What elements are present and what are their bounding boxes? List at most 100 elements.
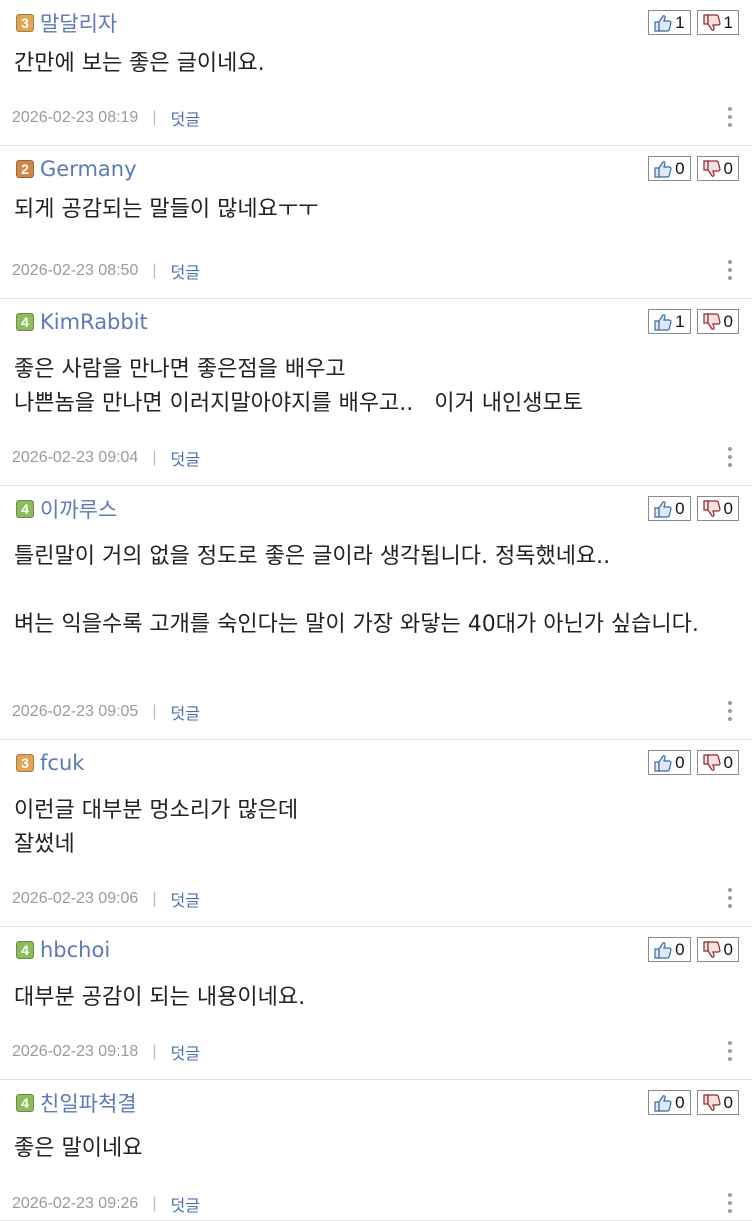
- thumbs-up-icon: [653, 160, 673, 178]
- vote-buttons: 00: [648, 937, 739, 962]
- divider: |: [152, 109, 157, 126]
- comment-header: 2 Germany: [16, 156, 137, 182]
- vote-buttons: 00: [648, 496, 739, 521]
- comment-item: 4 KimRabbit 1 0 좋은 사람을 만나면 좋은점을 배우고 나쁜놈을 만나면…: [0, 299, 752, 486]
- comment-header: 3 말달리자: [16, 10, 117, 36]
- comment-date: 2026-02-23 09:06: [12, 890, 139, 907]
- comment-text: 틀린말이 거의 없을 정도로 좋은 글이라 생각됩니다. 정독했네요.. 벼는 …: [14, 544, 699, 637]
- author-name[interactable]: 이까루스: [40, 494, 117, 524]
- more-options-icon[interactable]: [728, 260, 732, 280]
- comment-list: 3 말달리자 1 1 간만에 보는 좋은 글이네요. 2026-02-23 08:19 | 덧…: [0, 0, 752, 1221]
- downvote-button[interactable]: 0: [696, 1090, 739, 1115]
- thumbs-down-icon: [702, 312, 722, 331]
- downvote-count: 0: [723, 939, 733, 959]
- comment-footer: 2026-02-23 08:50 | 덧글: [12, 259, 200, 283]
- reply-link[interactable]: 덧글: [170, 259, 199, 283]
- reply-link[interactable]: 덧글: [170, 700, 199, 724]
- comment-header: 3 fcuk: [16, 750, 84, 776]
- thumbs-down-icon: [702, 940, 722, 959]
- more-options-icon[interactable]: [728, 888, 732, 908]
- comment-text: 좋은 사람을 만나면 좋은점을 배우고 나쁜놈을 만나면 이러지말아야지를 배우…: [14, 357, 583, 416]
- comment-footer: 2026-02-23 09:04 | 덧글: [12, 446, 200, 470]
- more-options-icon[interactable]: [728, 447, 732, 467]
- comment-footer: 2026-02-23 09:26 | 덧글: [12, 1192, 200, 1216]
- comment-date: 2026-02-23 09:04: [12, 449, 139, 466]
- thumbs-down-icon: [702, 753, 722, 772]
- comment-header: 4 hbchoi: [16, 937, 110, 963]
- more-options-icon[interactable]: [728, 1193, 732, 1213]
- thumbs-down-icon: [702, 159, 722, 178]
- upvote-count: 0: [675, 1092, 685, 1112]
- vote-buttons: 00: [648, 156, 739, 181]
- author-name[interactable]: hbchoi: [40, 938, 110, 962]
- comment-text: 되게 공감되는 말들이 많네요ㅜㅜ: [14, 197, 319, 222]
- downvote-count: 0: [723, 311, 733, 331]
- upvote-count: 0: [675, 752, 685, 772]
- downvote-button[interactable]: 1: [696, 10, 739, 35]
- comment-header: 4 친일파척결: [16, 1090, 137, 1116]
- author-name[interactable]: 친일파척결: [40, 1088, 137, 1118]
- author-name[interactable]: 말달리자: [40, 8, 117, 38]
- comment-text: 대부분 공감이 되는 내용이네요.: [14, 985, 306, 1010]
- thumbs-down-icon: [702, 499, 722, 518]
- downvote-button[interactable]: 0: [696, 309, 739, 334]
- reply-link[interactable]: 덧글: [170, 1040, 199, 1064]
- upvote-count: 0: [675, 158, 685, 178]
- comment-item: 4 친일파척결 0 0 좋은 말이네요 2026-02-23 09:26 | 덧글: [0, 1080, 752, 1221]
- reply-link[interactable]: 덧글: [170, 106, 199, 130]
- downvote-button[interactable]: 0: [696, 156, 739, 181]
- author-name[interactable]: KimRabbit: [40, 310, 148, 334]
- comment-footer: 2026-02-23 09:06 | 덧글: [12, 887, 200, 911]
- level-badge: 4: [16, 313, 34, 331]
- downvote-count: 0: [723, 158, 733, 178]
- comment-header: 4 KimRabbit: [16, 309, 148, 335]
- upvote-button[interactable]: 1: [648, 309, 691, 334]
- reply-link[interactable]: 덧글: [170, 887, 199, 911]
- vote-buttons: 11: [648, 10, 739, 35]
- thumbs-up-icon: [653, 941, 673, 959]
- vote-buttons: 00: [648, 750, 739, 775]
- divider: |: [152, 449, 157, 466]
- upvote-button[interactable]: 1: [648, 10, 691, 35]
- reply-link[interactable]: 덧글: [170, 1192, 199, 1216]
- comment-text: 간만에 보는 좋은 글이네요.: [14, 51, 265, 76]
- comment-text: 좋은 말이네요: [14, 1136, 143, 1161]
- level-badge: 4: [16, 500, 34, 518]
- divider: |: [152, 1195, 157, 1212]
- author-name[interactable]: fcuk: [40, 751, 84, 775]
- comment-footer: 2026-02-23 09:18 | 덧글: [12, 1040, 200, 1064]
- downvote-count: 1: [723, 12, 733, 32]
- comment-text: 이런글 대부분 멍소리가 많은데 잘썼네: [14, 798, 299, 857]
- more-options-icon[interactable]: [728, 701, 732, 721]
- comment-date: 2026-02-23 08:19: [12, 109, 139, 126]
- divider: |: [152, 262, 157, 279]
- downvote-button[interactable]: 0: [696, 750, 739, 775]
- upvote-button[interactable]: 0: [648, 750, 691, 775]
- upvote-button[interactable]: 0: [648, 496, 691, 521]
- downvote-button[interactable]: 0: [696, 496, 739, 521]
- level-badge: 4: [16, 1094, 34, 1112]
- upvote-button[interactable]: 0: [648, 156, 691, 181]
- thumbs-up-icon: [653, 313, 673, 331]
- more-options-icon[interactable]: [728, 107, 732, 127]
- divider: |: [152, 703, 157, 720]
- reply-link[interactable]: 덧글: [170, 446, 199, 470]
- downvote-count: 0: [723, 1092, 733, 1112]
- thumbs-up-icon: [653, 500, 673, 518]
- comment-footer: 2026-02-23 09:05 | 덧글: [12, 700, 200, 724]
- thumbs-up-icon: [653, 14, 673, 32]
- comment-item: 4 hbchoi 0 0 대부분 공감이 되는 내용이네요. 2026-02-23 09:…: [0, 927, 752, 1080]
- thumbs-down-icon: [702, 13, 722, 32]
- comment-date: 2026-02-23 09:26: [12, 1195, 139, 1212]
- level-badge: 2: [16, 160, 34, 178]
- divider: |: [152, 890, 157, 907]
- more-options-icon[interactable]: [728, 1041, 732, 1061]
- upvote-count: 1: [675, 311, 685, 331]
- upvote-button[interactable]: 0: [648, 937, 691, 962]
- thumbs-down-icon: [702, 1093, 722, 1112]
- downvote-button[interactable]: 0: [696, 937, 739, 962]
- vote-buttons: 00: [648, 1090, 739, 1115]
- comment-date: 2026-02-23 09:18: [12, 1043, 139, 1060]
- upvote-button[interactable]: 0: [648, 1090, 691, 1115]
- author-name[interactable]: Germany: [40, 157, 137, 181]
